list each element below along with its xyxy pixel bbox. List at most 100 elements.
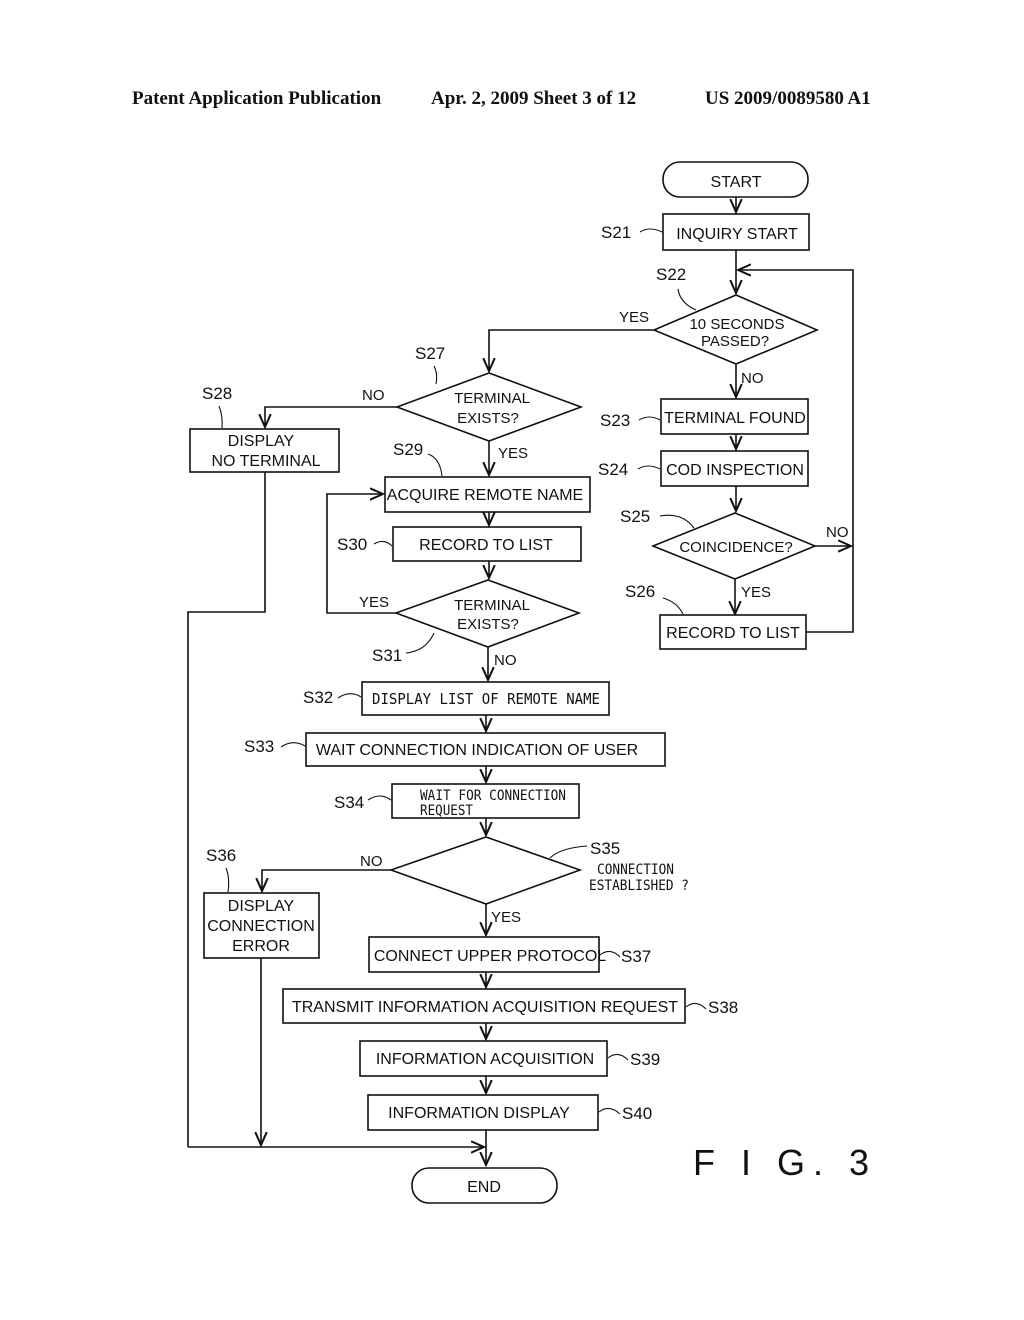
leader-line [598,1107,621,1115]
step-label: S24 [598,460,628,479]
node-text: END [467,1179,501,1196]
step-label: S30 [337,535,367,554]
leader-line [607,1053,629,1061]
node-end: END [411,1167,558,1204]
step-label: S21 [601,223,631,242]
node-s38: TRANSMIT INFORMATION ACQUISITION REQUEST… [282,988,738,1024]
leader-line [427,453,443,477]
node-text: INQUIRY START [676,226,798,243]
node-text: TERMINAL FOUND [664,410,806,427]
edge-label-yes: YES [491,909,521,926]
leader-line [638,416,661,421]
step-label: S35 [590,839,620,858]
flowchart: START INQUIRY START S21 10 SECONDS PASSE… [187,161,877,1204]
decision-shape [388,836,583,905]
edge-s22-yes-s27 [489,329,654,371]
node-text: RECORD TO LIST [419,537,553,554]
step-label: S27 [415,344,445,363]
step-label: S39 [630,1050,660,1069]
node-s26: RECORD TO LIST S26 [625,582,807,650]
node-text: START [711,174,762,191]
figure-label: F I G. 3 [693,1142,877,1183]
node-s39: INFORMATION ACQUISITION S39 [359,1040,660,1077]
step-label: S28 [202,384,232,403]
step-label: S40 [622,1104,652,1123]
leader-line [218,405,223,429]
node-s36: DISPLAY CONNECTION ERROR S36 [203,846,320,959]
node-text: RECORD TO LIST [666,625,800,642]
edge-label-yes: YES [359,594,389,611]
node-text-line1: 10 SECONDS [689,316,784,333]
edge-label-no: NO [362,387,385,404]
node-start: START [662,161,809,198]
node-text: CONNECT UPPER PROTOCOL [374,948,606,965]
step-label: S34 [334,793,364,812]
node-text-line1: WAIT FOR CONNECTION [420,788,566,804]
leader-line [639,228,663,233]
node-s25: COINCIDENCE? S25 [620,507,818,580]
leader-line [433,365,438,385]
node-text-line1: TERMINAL [454,597,530,614]
node-text: COD INSPECTION [666,462,804,479]
node-text-line1: TERMINAL [454,390,530,407]
node-s30: RECORD TO LIST S30 [337,526,582,562]
node-text-line1: DISPLAY [228,433,295,450]
step-label: S36 [206,846,236,865]
node-text: ACQUIRE REMOTE NAME [387,487,583,504]
node-s34: WAIT FOR CONNECTION REQUEST S34 [334,783,580,819]
leader-line [280,742,306,748]
node-text-line2: ESTABLISHED ? [589,878,689,894]
edge-label-no: NO [494,652,517,669]
leader-line [659,514,695,529]
node-text: WAIT CONNECTION INDICATION OF USER [316,742,638,759]
node-text-line2: CONNECTION [207,918,315,935]
edge-label-yes: YES [619,309,649,326]
edge-s35-no-s36 [262,869,391,891]
node-s31: TERMINAL EXISTS? S31 [372,579,582,665]
node-s40: INFORMATION DISPLAY S40 [367,1094,652,1131]
node-s24: COD INSPECTION S24 [598,450,809,487]
node-s23: TERMINAL FOUND S23 [600,398,809,435]
leader-line [405,632,435,654]
leader-line [637,465,661,470]
node-text: TRANSMIT INFORMATION ACQUISITION REQUEST [292,999,678,1016]
step-label: S25 [620,507,650,526]
node-text: COINCIDENCE? [679,539,792,556]
node-s35: S35 CONNECTION ESTABLISHED ? [388,836,689,905]
step-label: S38 [708,998,738,1017]
leader-line [549,845,588,859]
leader-line [367,795,392,801]
step-label: S23 [600,411,630,430]
decision-shape [394,372,584,442]
node-s37: CONNECT UPPER PROTOCOL S37 [368,936,651,973]
node-s28: DISPLAY NO TERMINAL S28 [189,384,340,473]
edge-label-no: NO [360,853,383,870]
step-label: S26 [625,582,655,601]
edge-label-yes: YES [741,584,771,601]
leader-line [225,867,230,893]
node-text-line2: NO TERMINAL [211,453,320,470]
node-text-line1: CONNECTION [597,862,674,878]
edge-label-yes: YES [498,445,528,462]
leader-line [373,540,393,547]
node-text-line1: DISPLAY [228,898,295,915]
step-label: S29 [393,440,423,459]
edge-s28-down [187,472,266,1147]
leader-line [337,693,362,699]
edge-label-no: NO [826,524,849,541]
node-s33: WAIT CONNECTION INDICATION OF USER S33 [244,732,666,767]
node-text: DISPLAY LIST OF REMOTE NAME [372,690,600,708]
step-label: S33 [244,737,274,756]
leader-line [662,597,684,615]
node-s32: DISPLAY LIST OF REMOTE NAME S32 [303,681,610,716]
edge-label-no: NO [741,370,764,387]
leader-line [677,288,697,311]
node-text-line2: REQUEST [420,803,473,819]
step-label: S37 [621,947,651,966]
node-text-line2: EXISTS? [457,616,519,633]
step-label: S31 [372,646,402,665]
step-label: S32 [303,688,333,707]
node-s29: ACQUIRE REMOTE NAME S29 [384,440,591,513]
node-text-line3: ERROR [232,938,290,955]
leader-line [685,1002,707,1010]
